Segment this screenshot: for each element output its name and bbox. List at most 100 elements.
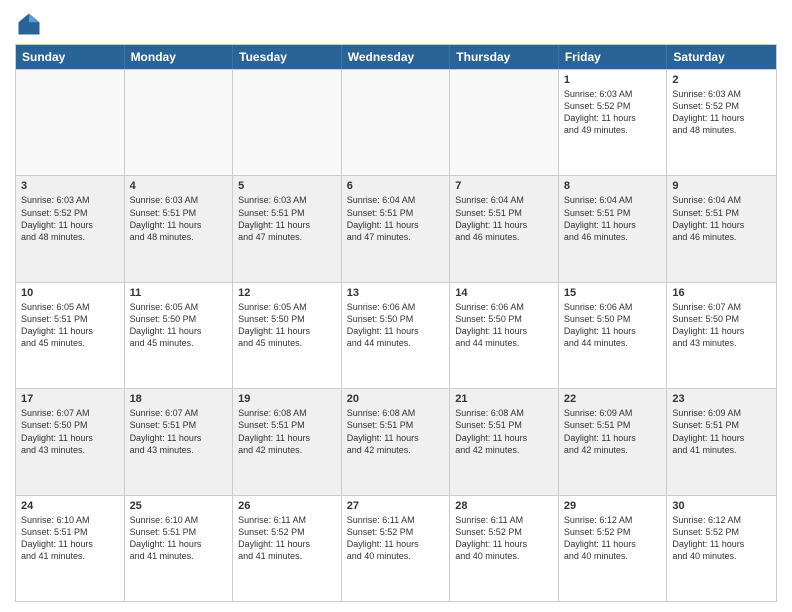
day-number: 6 — [347, 180, 445, 192]
calendar-cell: 23 Sunrise: 6:09 AM Sunset: 5:51 PM Dayli… — [667, 389, 776, 494]
day-number: 7 — [455, 180, 553, 192]
calendar-cell — [342, 70, 451, 175]
calendar-week-3: 10Sunrise: 6:05 AM Sunset: 5:51 PM Dayli… — [16, 282, 776, 388]
day-info: Sunrise: 6:03 AM Sunset: 5:51 PM Dayligh… — [130, 194, 228, 243]
calendar-cell — [16, 70, 125, 175]
day-info: Sunrise: 6:03 AM Sunset: 5:51 PM Dayligh… — [238, 194, 336, 243]
calendar-cell: 10Sunrise: 6:05 AM Sunset: 5:51 PM Dayli… — [16, 283, 125, 388]
day-info: Sunrise: 6:09 AM Sunset: 5:51 PM Dayligh… — [564, 407, 662, 456]
day-number: 14 — [455, 287, 553, 299]
calendar-cell: 20 Sunrise: 6:08 AM Sunset: 5:51 PM Dayli… — [342, 389, 451, 494]
calendar-cell: 28Sunrise: 6:11 AM Sunset: 5:52 PM Dayli… — [450, 496, 559, 601]
calendar-cell: 6 Sunrise: 6:04 AM Sunset: 5:51 PM Daylig… — [342, 176, 451, 281]
day-info: Sunrise: 6:10 AM Sunset: 5:51 PM Dayligh… — [130, 514, 228, 563]
day-number: 10 — [21, 287, 119, 299]
day-number: 9 — [672, 180, 771, 192]
day-number: 22 — [564, 393, 662, 405]
calendar-cell: 29Sunrise: 6:12 AM Sunset: 5:52 PM Dayli… — [559, 496, 668, 601]
day-number: 29 — [564, 500, 662, 512]
calendar-cell: 12 Sunrise: 6:05 AM Sunset: 5:50 PM Dayli… — [233, 283, 342, 388]
calendar-cell: 14 Sunrise: 6:06 AM Sunset: 5:50 PM Dayli… — [450, 283, 559, 388]
calendar-cell: 4 Sunrise: 6:03 AM Sunset: 5:51 PM Daylig… — [125, 176, 234, 281]
day-number: 30 — [672, 500, 771, 512]
calendar-cell: 27 Sunrise: 6:11 AM Sunset: 5:52 PM Dayli… — [342, 496, 451, 601]
calendar-cell: 8Sunrise: 6:04 AM Sunset: 5:51 PM Daylig… — [559, 176, 668, 281]
weekday-header-saturday: Saturday — [667, 45, 776, 69]
calendar-cell: 19 Sunrise: 6:08 AM Sunset: 5:51 PM Dayli… — [233, 389, 342, 494]
weekday-header-tuesday: Tuesday — [233, 45, 342, 69]
day-info: Sunrise: 6:10 AM Sunset: 5:51 PM Dayligh… — [21, 514, 119, 563]
day-number: 12 — [238, 287, 336, 299]
day-info: Sunrise: 6:05 AM Sunset: 5:50 PM Dayligh… — [130, 301, 228, 350]
day-number: 15 — [564, 287, 662, 299]
day-info: Sunrise: 6:05 AM Sunset: 5:50 PM Dayligh… — [238, 301, 336, 350]
day-info: Sunrise: 6:08 AM Sunset: 5:51 PM Dayligh… — [238, 407, 336, 456]
day-info: Sunrise: 6:07 AM Sunset: 5:50 PM Dayligh… — [21, 407, 119, 456]
day-number: 20 — [347, 393, 445, 405]
calendar-cell: 2Sunrise: 6:03 AM Sunset: 5:52 PM Daylig… — [667, 70, 776, 175]
calendar-header: SundayMondayTuesdayWednesdayThursdayFrid… — [16, 45, 776, 69]
day-number: 1 — [564, 74, 662, 86]
day-number: 8 — [564, 180, 662, 192]
day-info: Sunrise: 6:08 AM Sunset: 5:51 PM Dayligh… — [455, 407, 553, 456]
day-number: 16 — [672, 287, 771, 299]
day-info: Sunrise: 6:09 AM Sunset: 5:51 PM Dayligh… — [672, 407, 771, 456]
day-info: Sunrise: 6:04 AM Sunset: 5:51 PM Dayligh… — [455, 194, 553, 243]
day-info: Sunrise: 6:03 AM Sunset: 5:52 PM Dayligh… — [21, 194, 119, 243]
calendar-cell: 13Sunrise: 6:06 AM Sunset: 5:50 PM Dayli… — [342, 283, 451, 388]
day-number: 5 — [238, 180, 336, 192]
day-number: 11 — [130, 287, 228, 299]
calendar-cell: 11 Sunrise: 6:05 AM Sunset: 5:50 PM Dayli… — [125, 283, 234, 388]
day-number: 3 — [21, 180, 119, 192]
day-number: 4 — [130, 180, 228, 192]
day-number: 17 — [21, 393, 119, 405]
day-info: Sunrise: 6:06 AM Sunset: 5:50 PM Dayligh… — [564, 301, 662, 350]
calendar-week-5: 24Sunrise: 6:10 AM Sunset: 5:51 PM Dayli… — [16, 495, 776, 601]
calendar-cell: 18 Sunrise: 6:07 AM Sunset: 5:51 PM Dayli… — [125, 389, 234, 494]
day-number: 25 — [130, 500, 228, 512]
logo — [15, 10, 47, 38]
calendar-cell — [233, 70, 342, 175]
day-info: Sunrise: 6:04 AM Sunset: 5:51 PM Dayligh… — [672, 194, 771, 243]
calendar-cell — [450, 70, 559, 175]
calendar-cell: 15 Sunrise: 6:06 AM Sunset: 5:50 PM Dayli… — [559, 283, 668, 388]
logo-icon — [15, 10, 43, 38]
day-number: 19 — [238, 393, 336, 405]
day-info: Sunrise: 6:11 AM Sunset: 5:52 PM Dayligh… — [347, 514, 445, 563]
calendar-cell: 3 Sunrise: 6:03 AM Sunset: 5:52 PM Daylig… — [16, 176, 125, 281]
day-info: Sunrise: 6:04 AM Sunset: 5:51 PM Dayligh… — [347, 194, 445, 243]
calendar-cell: 24Sunrise: 6:10 AM Sunset: 5:51 PM Dayli… — [16, 496, 125, 601]
day-number: 13 — [347, 287, 445, 299]
day-number: 23 — [672, 393, 771, 405]
day-info: Sunrise: 6:08 AM Sunset: 5:51 PM Dayligh… — [347, 407, 445, 456]
day-number: 27 — [347, 500, 445, 512]
day-info: Sunrise: 6:12 AM Sunset: 5:52 PM Dayligh… — [672, 514, 771, 563]
weekday-header-monday: Monday — [125, 45, 234, 69]
day-info: Sunrise: 6:07 AM Sunset: 5:50 PM Dayligh… — [672, 301, 771, 350]
calendar-cell: 7 Sunrise: 6:04 AM Sunset: 5:51 PM Daylig… — [450, 176, 559, 281]
calendar-cell: 25 Sunrise: 6:10 AM Sunset: 5:51 PM Dayli… — [125, 496, 234, 601]
day-info: Sunrise: 6:06 AM Sunset: 5:50 PM Dayligh… — [455, 301, 553, 350]
day-info: Sunrise: 6:11 AM Sunset: 5:52 PM Dayligh… — [238, 514, 336, 563]
day-number: 21 — [455, 393, 553, 405]
calendar-cell: 30 Sunrise: 6:12 AM Sunset: 5:52 PM Dayli… — [667, 496, 776, 601]
calendar-week-4: 17 Sunrise: 6:07 AM Sunset: 5:50 PM Dayli… — [16, 388, 776, 494]
page: SundayMondayTuesdayWednesdayThursdayFrid… — [0, 0, 792, 612]
calendar-cell: 9 Sunrise: 6:04 AM Sunset: 5:51 PM Daylig… — [667, 176, 776, 281]
day-info: Sunrise: 6:07 AM Sunset: 5:51 PM Dayligh… — [130, 407, 228, 456]
calendar-week-1: 1Sunrise: 6:03 AM Sunset: 5:52 PM Daylig… — [16, 69, 776, 175]
calendar-body: 1 Sunrise: 6:03 AM Sunset: 5:52 PM Daylig… — [16, 69, 776, 601]
calendar: SundayMondayTuesdayWednesdayThursdayFrid… — [15, 44, 777, 602]
calendar-cell: 1Sunrise: 6:03 AM Sunset: 5:52 PM Daylig… — [559, 70, 668, 175]
calendar-week-2: 3 Sunrise: 6:03 AM Sunset: 5:52 PM Daylig… — [16, 175, 776, 281]
calendar-cell: 5 Sunrise: 6:03 AM Sunset: 5:51 PM Daylig… — [233, 176, 342, 281]
weekday-header-friday: Friday — [559, 45, 668, 69]
day-info: Sunrise: 6:11 AM Sunset: 5:52 PM Dayligh… — [455, 514, 553, 563]
calendar-cell: 22 Sunrise: 6:09 AM Sunset: 5:51 PM Dayli… — [559, 389, 668, 494]
day-number: 18 — [130, 393, 228, 405]
day-number: 2 — [672, 74, 771, 86]
calendar-cell: 21 Sunrise: 6:08 AM Sunset: 5:51 PM Dayli… — [450, 389, 559, 494]
header — [15, 10, 777, 38]
calendar-cell: 17 Sunrise: 6:07 AM Sunset: 5:50 PM Dayli… — [16, 389, 125, 494]
calendar-cell: 16 Sunrise: 6:07 AM Sunset: 5:50 PM Dayli… — [667, 283, 776, 388]
